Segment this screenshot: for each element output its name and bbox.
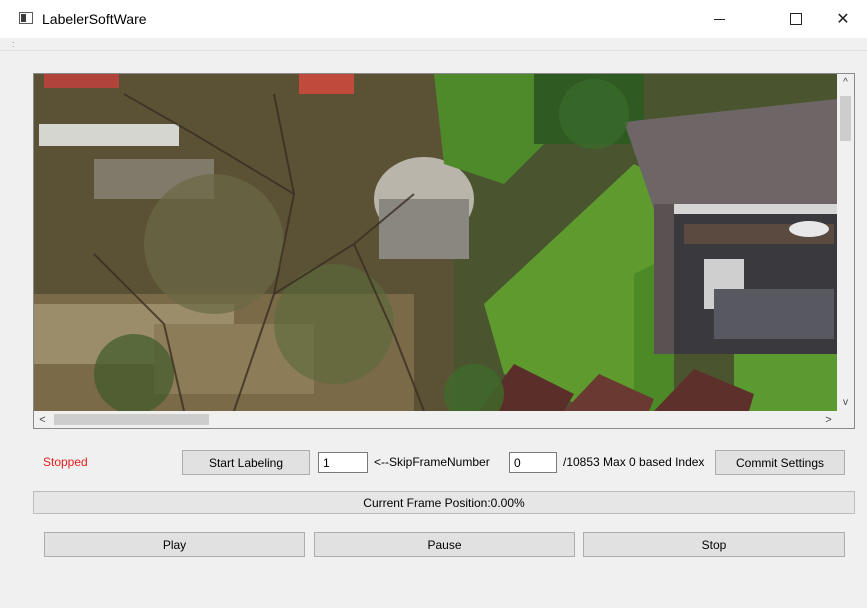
status-label: Stopped (43, 455, 88, 469)
close-icon: ✕ (836, 11, 850, 28)
app-icon (19, 12, 33, 24)
horizontal-scroll-thumb[interactable] (54, 414, 209, 425)
scroll-right-icon[interactable]: > (820, 411, 837, 428)
skip-frame-input[interactable] (318, 452, 368, 473)
toolbar-divider (0, 50, 867, 51)
skip-frame-label: <--SkipFrameNumber (374, 455, 490, 469)
video-frame-image (34, 74, 837, 411)
start-labeling-button[interactable]: Start Labeling (182, 450, 310, 475)
maximize-icon (790, 13, 802, 25)
toolbar-grip-icon[interactable]: : (12, 40, 15, 49)
scrollbar-corner (837, 411, 854, 428)
pause-button[interactable]: Pause (314, 532, 575, 557)
vertical-scroll-thumb[interactable] (840, 96, 851, 141)
frame-progress-bar: Current Frame Position:0.00% (33, 491, 855, 514)
close-button[interactable]: ✕ (820, 0, 866, 38)
title-bar: LabelerSoftWare ✕ (0, 0, 867, 38)
scroll-up-icon[interactable]: ^ (837, 74, 854, 91)
minimize-icon (713, 18, 725, 20)
vertical-scrollbar[interactable]: ^ v (837, 74, 854, 411)
scroll-left-icon[interactable]: < (34, 411, 51, 428)
maximize-button[interactable] (773, 0, 819, 38)
frame-index-label: /10853 Max 0 based Index (563, 455, 705, 469)
stop-button[interactable]: Stop (583, 532, 845, 557)
horizontal-scrollbar[interactable]: < > (34, 411, 837, 428)
window-title: LabelerSoftWare (42, 11, 147, 27)
frame-index-input[interactable] (509, 452, 557, 473)
minimize-button[interactable] (696, 0, 742, 38)
play-button[interactable]: Play (44, 532, 305, 557)
video-viewer[interactable]: ^ v < > (33, 73, 855, 429)
commit-settings-button[interactable]: Commit Settings (715, 450, 845, 475)
progress-text: Current Frame Position:0.00% (363, 495, 525, 510)
scroll-down-icon[interactable]: v (837, 394, 854, 411)
